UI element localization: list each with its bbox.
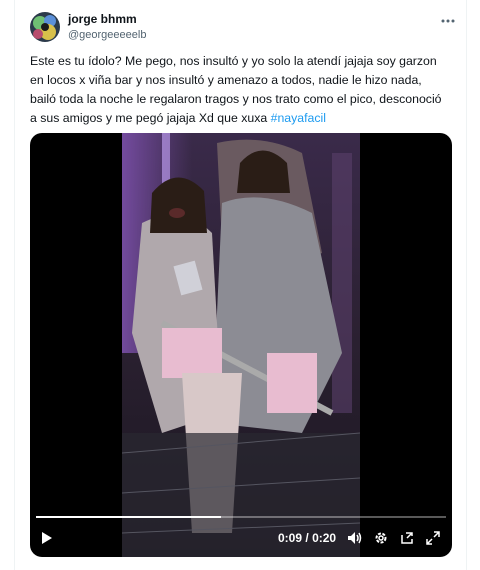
time-separator: / bbox=[305, 531, 309, 545]
time-display: 0:09 / 0:20 bbox=[278, 531, 336, 545]
tweet-header: jorge bhmm @georgeeeeelb bbox=[30, 12, 462, 46]
progress-bar[interactable] bbox=[36, 516, 446, 518]
hashtag-link[interactable]: #nayafacil bbox=[271, 111, 326, 125]
author-handle[interactable]: @georgeeeeelb bbox=[68, 28, 146, 42]
tweet-text: Este es tu ídolo? Me pego, nos insultó y… bbox=[30, 52, 450, 128]
video-controls: 0:09 / 0:20 bbox=[30, 511, 452, 557]
author-names: jorge bhmm @georgeeeeelb bbox=[68, 12, 146, 42]
avatar-image bbox=[30, 12, 60, 42]
volume-icon[interactable] bbox=[346, 529, 364, 547]
play-icon[interactable] bbox=[38, 529, 56, 547]
video-player[interactable]: 0:09 / 0:20 bbox=[30, 133, 452, 557]
video-frame bbox=[122, 133, 360, 557]
timeline-border-left bbox=[14, 0, 15, 570]
time-total: 0:20 bbox=[312, 531, 337, 545]
picture-in-picture-icon[interactable] bbox=[398, 529, 416, 547]
more-options-icon[interactable] bbox=[438, 13, 458, 29]
avatar[interactable] bbox=[30, 12, 60, 42]
tweet-body: Este es tu ídolo? Me pego, nos insultó y… bbox=[30, 54, 442, 125]
author-display-name[interactable]: jorge bhmm bbox=[68, 12, 146, 27]
timeline-border-right bbox=[466, 0, 467, 570]
progress-fill bbox=[36, 516, 221, 518]
gear-icon[interactable] bbox=[372, 529, 390, 547]
time-current: 0:09 bbox=[278, 531, 303, 545]
fullscreen-icon[interactable] bbox=[424, 529, 442, 547]
